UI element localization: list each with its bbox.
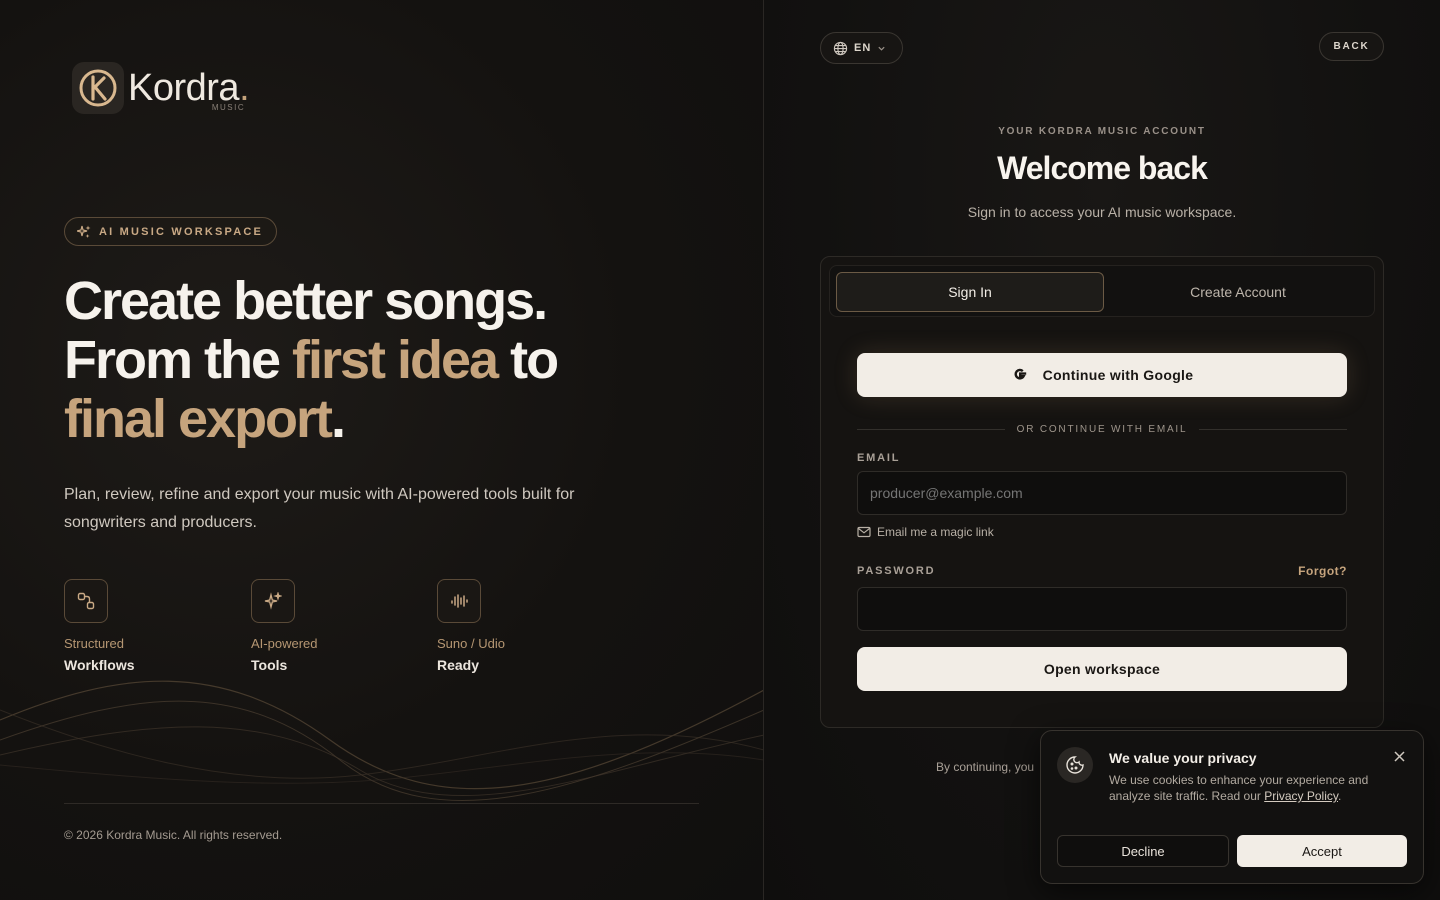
auth-tabs: Sign In Create Account (829, 265, 1375, 317)
magic-link-button[interactable]: Email me a magic link (857, 525, 994, 539)
auth-card: Sign In Create Account Continue with Goo… (820, 256, 1384, 728)
brand-wordmark: Kordra. MUSIC (128, 67, 250, 112)
headline-period: . (331, 389, 346, 449)
cookie-icon (1057, 747, 1093, 783)
workspace-badge: AI MUSIC WORKSPACE (64, 217, 278, 246)
auth-subtitle: Sign in to access your AI music workspac… (967, 204, 1237, 220)
headline-highlight-2: final export (64, 389, 333, 449)
headline-line-2c: to (497, 330, 559, 390)
auth-title: Welcome back (997, 150, 1208, 186)
brand-logo[interactable]: Kordra. MUSIC (72, 62, 250, 114)
google-button-label: Continue with Google (1042, 367, 1194, 383)
copyright: © 2026 Kordra Music. All rights reserved… (64, 828, 283, 842)
language-selector[interactable]: EN (820, 32, 903, 64)
waveform-icon (437, 579, 481, 623)
magic-link-label: Email me a magic link (877, 525, 994, 539)
decorative-waves (0, 680, 763, 802)
headline-line-2a: From the (64, 330, 293, 390)
google-icon (1014, 368, 1026, 380)
sparkles-icon (77, 225, 91, 238)
cookie-text: We use cookies to enhance your experienc… (1109, 773, 1369, 803)
feature-top-label: Structured (64, 636, 124, 651)
email-divider: OR CONTINUE WITH EMAIL (857, 422, 1347, 436)
feature-top-label: AI-powered (251, 636, 318, 651)
email-field[interactable] (857, 471, 1347, 515)
terms-text: By continuing, you (936, 760, 1035, 774)
language-label: EN (854, 42, 872, 54)
headline-highlight-1: first idea (292, 330, 499, 390)
cookie-title: We value your privacy (1109, 750, 1257, 766)
footer-divider (64, 803, 699, 804)
privacy-policy-link[interactable]: Privacy Policy (1264, 789, 1338, 803)
google-signin-button[interactable]: Continue with Google (857, 353, 1347, 397)
close-icon[interactable] (1391, 748, 1407, 764)
sparkles-icon (251, 579, 295, 623)
tab-create-account[interactable]: Create Account (1104, 272, 1372, 312)
auth-eyebrow: YOUR KORDRA MUSIC ACCOUNT (998, 126, 1206, 137)
decline-cookies-button[interactable]: Decline (1057, 835, 1229, 867)
hero-panel: Kordra. MUSIC AI MUSIC WORKSPACE Create … (0, 0, 764, 900)
tab-sign-in[interactable]: Sign In (836, 272, 1104, 312)
email-label: EMAIL (857, 452, 901, 464)
accept-cookies-button[interactable]: Accept (1237, 835, 1407, 867)
divider-text: OR CONTINUE WITH EMAIL (1016, 423, 1188, 435)
open-workspace-button[interactable]: Open workspace (857, 647, 1347, 691)
feature-top-label: Suno / Udio (437, 636, 505, 651)
mail-icon (857, 526, 871, 538)
brand-sub: MUSIC (211, 103, 246, 112)
password-field[interactable] (857, 587, 1347, 631)
chevron-down-icon (878, 46, 885, 51)
badge-label: AI MUSIC WORKSPACE (99, 225, 264, 238)
forgot-password-link[interactable]: Forgot? (1298, 564, 1347, 578)
password-label: PASSWORD (857, 565, 936, 577)
hero-lead: Plan, review, refine and export your mus… (64, 486, 575, 531)
cookie-banner: We value your privacy We use cookies to … (1040, 730, 1424, 884)
kordra-logo-icon (72, 62, 124, 114)
back-button[interactable]: BACK (1319, 32, 1384, 61)
headline-line-1: Create better songs. (64, 271, 548, 331)
globe-icon (833, 41, 848, 55)
hero-headline: Create better songs. From the first idea… (64, 271, 559, 449)
workflow-icon (64, 579, 108, 623)
